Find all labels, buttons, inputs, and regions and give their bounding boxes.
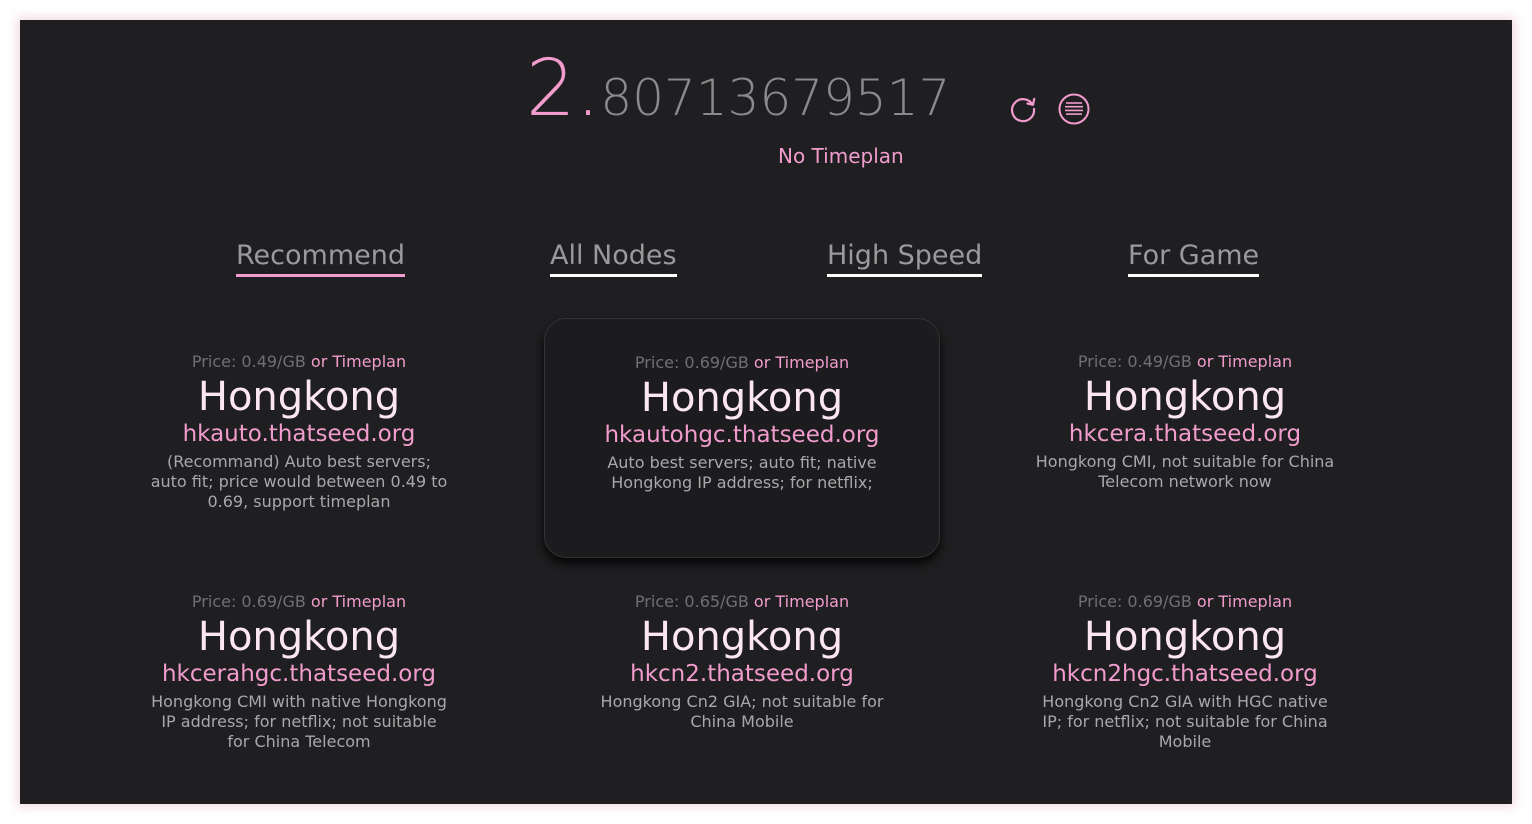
timeplan-link[interactable]: or Timeplan: [311, 592, 406, 611]
node-description: (Recommand) Auto best servers; auto fit;…: [150, 452, 448, 511]
node-host: hkautohgc.thatseed.org: [604, 422, 880, 448]
node-host: hkauto.thatseed.org: [182, 421, 416, 447]
price-text: Price: 0.65/GB: [634, 592, 749, 611]
node-host: hkcera.thatseed.org: [1068, 421, 1302, 447]
node-region: Hongkong: [197, 614, 401, 660]
node-price: Price: 0.69/GB or Timeplan: [101, 592, 497, 612]
node-card[interactable]: Price: 0.65/GB or Timeplan Hongkong hkcn…: [544, 558, 940, 798]
timeplan-link[interactable]: or Timeplan: [311, 352, 406, 371]
node-card[interactable]: Price: 0.69/GB or Timeplan Hongkong hkce…: [101, 558, 497, 798]
node-description: Hongkong CMI, not suitable for China Tel…: [1035, 452, 1335, 491]
balance-header: 2.80713679517: [20, 50, 1512, 140]
node-price: Price: 0.49/GB or Timeplan: [987, 352, 1383, 372]
node-price: Price: 0.69/GB or Timeplan: [545, 353, 939, 373]
node-host: hkcn2hgc.thatseed.org: [1052, 661, 1318, 687]
node-host: hkcn2.thatseed.org: [630, 661, 854, 687]
node-region: Hongkong: [640, 614, 844, 660]
menu-lines-icon[interactable]: [1057, 92, 1091, 126]
price-text: Price: 0.69/GB: [634, 353, 749, 372]
timeplan-link[interactable]: or Timeplan: [1197, 592, 1292, 611]
node-description: Hongkong CMI with native Hongkong IP add…: [151, 692, 447, 751]
node-region: Hongkong: [197, 374, 401, 420]
node-price: Price: 0.69/GB or Timeplan: [987, 592, 1383, 612]
balance-display: 2.80713679517: [526, 50, 950, 128]
node-card[interactable]: Price: 0.49/GB or Timeplan Hongkong hkce…: [987, 318, 1383, 558]
node-tabs: Recommend All Nodes High Speed For Game: [20, 240, 1512, 290]
price-text: Price: 0.69/GB: [191, 592, 306, 611]
price-text: Price: 0.49/GB: [191, 352, 306, 371]
balance-integer: 2.: [526, 44, 601, 134]
node-region: Hongkong: [640, 375, 844, 421]
app-window: 2.80713679517 No Timeplan Recommend All …: [20, 20, 1512, 804]
node-description: Auto best servers; auto fit; native Hong…: [607, 453, 877, 492]
node-description: Hongkong Cn2 GIA; not suitable for China…: [600, 692, 884, 731]
tab-recommend[interactable]: Recommend: [236, 240, 405, 278]
timeplan-link[interactable]: or Timeplan: [754, 353, 849, 372]
node-region: Hongkong: [1083, 614, 1287, 660]
node-price: Price: 0.49/GB or Timeplan: [101, 352, 497, 372]
tab-all-nodes[interactable]: All Nodes: [550, 240, 677, 278]
node-host: hkcerahgc.thatseed.org: [161, 661, 436, 687]
price-text: Price: 0.69/GB: [1077, 592, 1192, 611]
balance-fraction: 80713679517: [600, 69, 951, 127]
node-region: Hongkong: [1083, 374, 1287, 420]
node-description: Hongkong Cn2 GIA with HGC native IP; for…: [1042, 692, 1328, 751]
timeplan-link[interactable]: or Timeplan: [754, 592, 849, 611]
price-text: Price: 0.49/GB: [1077, 352, 1192, 371]
node-card[interactable]: Price: 0.69/GB or Timeplan Hongkong hkau…: [544, 318, 940, 558]
node-price: Price: 0.65/GB or Timeplan: [544, 592, 940, 612]
tab-high-speed[interactable]: High Speed: [827, 240, 983, 278]
timeplan-status[interactable]: No Timeplan: [778, 144, 904, 168]
timeplan-link[interactable]: or Timeplan: [1197, 352, 1292, 371]
refresh-icon[interactable]: [1006, 92, 1040, 126]
node-card[interactable]: Price: 0.69/GB or Timeplan Hongkong hkcn…: [987, 558, 1383, 798]
node-card[interactable]: Price: 0.49/GB or Timeplan Hongkong hkau…: [101, 318, 497, 558]
tab-for-game[interactable]: For Game: [1128, 240, 1260, 278]
